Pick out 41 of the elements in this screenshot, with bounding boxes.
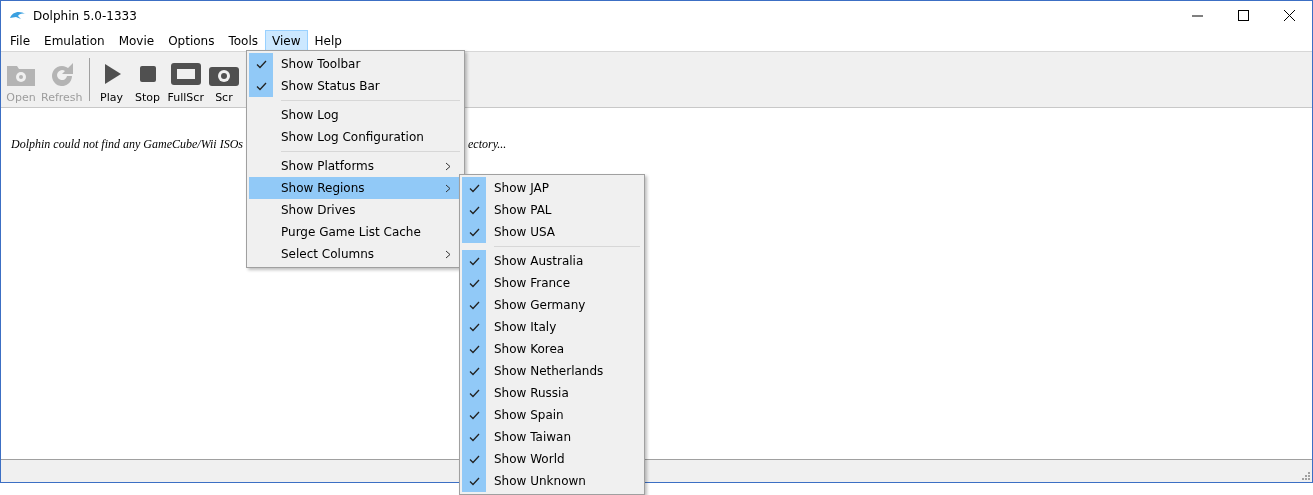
menu-item[interactable]: Show Drives (249, 199, 462, 221)
fullscreen-icon (169, 60, 202, 88)
menu-item[interactable]: Show Spain (462, 404, 642, 426)
toolbar-button[interactable]: Play (93, 52, 130, 107)
menu-item[interactable]: Show Russia (462, 382, 642, 404)
menu-item[interactable]: Movie (111, 30, 162, 51)
menu-item[interactable]: Show Italy (462, 316, 642, 338)
menu-item[interactable]: File (3, 30, 38, 51)
menu-item[interactable]: Show Regions (249, 177, 462, 199)
menu-item[interactable]: Show Log (249, 104, 462, 126)
menu-item[interactable]: Show Korea (462, 338, 642, 360)
window-title: Dolphin 5.0-1333 (33, 8, 138, 23)
close-icon (1283, 10, 1295, 21)
empty-list-message: Dolphin could not find any GameCube/Wii ISOs (11, 137, 243, 152)
menu-item[interactable]: Show Log Configuration (249, 126, 462, 148)
menu-item[interactable]: Help (307, 30, 349, 51)
menu-item[interactable]: Select Columns (249, 243, 462, 265)
menu-item[interactable]: Tools (221, 30, 266, 51)
menu-item[interactable]: Show Germany (462, 294, 642, 316)
menu-item[interactable]: Show PAL (462, 199, 642, 221)
menu-item[interactable]: Options (161, 30, 222, 51)
menu-item[interactable]: Show Status Bar (249, 75, 462, 97)
menu-item[interactable]: Show Platforms (249, 155, 462, 177)
menu-item[interactable]: Show Unknown (462, 470, 642, 492)
menu-item[interactable]: Emulation (37, 30, 112, 51)
menu-item[interactable]: Show USA (462, 221, 642, 243)
menu-item[interactable]: Purge Game List Cache (249, 221, 462, 243)
toolbar-button[interactable]: Stop (129, 52, 166, 107)
menu-item[interactable]: Show Netherlands (462, 360, 642, 382)
maximize-icon (1237, 10, 1249, 21)
menu-item[interactable]: Show Taiwan (462, 426, 642, 448)
menu-item[interactable]: Show Toolbar (249, 53, 462, 75)
empty-list-message: ectory... (468, 137, 507, 152)
menu-item[interactable]: Show Australia (462, 250, 642, 272)
menu-item[interactable]: Show World (462, 448, 642, 470)
toolbar-button[interactable]: FullScr (165, 52, 206, 107)
menu-item[interactable]: Show JAP (462, 177, 642, 199)
toolbar-button[interactable]: Scr (205, 52, 242, 107)
resize-grip-icon (1302, 472, 1310, 480)
menu-item[interactable]: View (265, 30, 308, 51)
menu-item[interactable]: Show France (462, 272, 642, 294)
